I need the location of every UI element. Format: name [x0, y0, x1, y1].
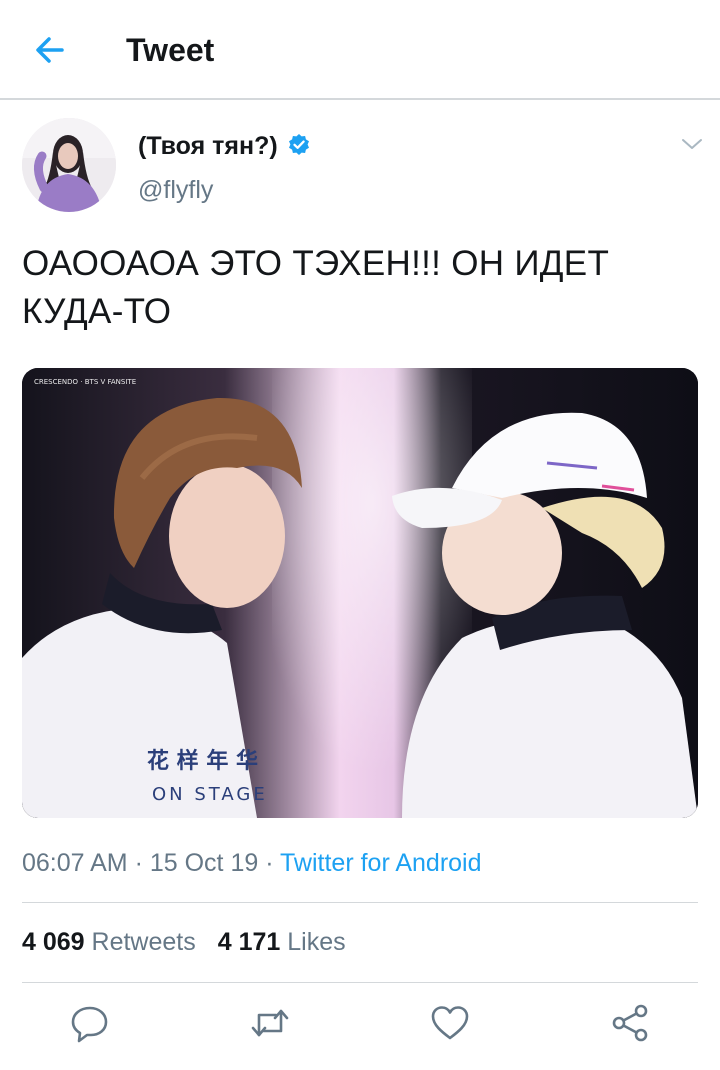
divider [22, 982, 698, 983]
retweets-label: Retweets [91, 928, 196, 956]
engagement-stats: 4 069 Retweets 4 171 Likes [22, 925, 346, 959]
likes-stat[interactable]: 4 171 Likes [218, 928, 346, 956]
reply-icon[interactable] [68, 1001, 112, 1045]
tweet-time: 06:07 AM [22, 849, 128, 877]
retweet-icon[interactable] [248, 1001, 292, 1045]
tweet-media-photo[interactable]: 花 样 年 华 ON STAGE CRESCENDO · BTS V FANSI… [22, 368, 698, 818]
share-icon[interactable] [608, 1001, 652, 1045]
tweet-timestamp: 06:07 AM · 15 Oct 19 · Twitter for Andro… [22, 846, 482, 880]
back-arrow-icon[interactable] [30, 30, 70, 70]
like-count: 4 171 [217, 928, 281, 956]
meta-separator: · [127, 849, 150, 877]
chevron-down-icon[interactable] [680, 132, 704, 156]
retweet-count: 4 069 [22, 928, 85, 956]
user-handle[interactable]: @flyfly [138, 174, 213, 206]
avatar-photo [22, 118, 116, 212]
tweet-text: ОАООАОА ЭТО ТЭХЕН!!! ОН ИДЕТ КУДА-ТО [22, 244, 610, 331]
avatar[interactable] [22, 118, 116, 212]
retweets-stat[interactable]: 4 069 Retweets [22, 928, 196, 956]
photo-image: 花 样 年 华 ON STAGE CRESCENDO · BTS V FANSI… [22, 368, 698, 818]
heart-icon[interactable] [428, 1001, 472, 1045]
tweet-source-link[interactable]: Twitter for Android [280, 849, 481, 877]
watermark-text: CRESCENDO · BTS V FANSITE [34, 378, 136, 386]
top-app-bar: Tweet [0, 0, 720, 100]
tweet-date: 15 Oct 19 [149, 849, 259, 877]
svg-text:ON STAGE: ON STAGE [152, 784, 268, 805]
divider [22, 902, 698, 903]
verified-badge-icon [289, 134, 309, 155]
likes-label: Likes [287, 928, 346, 956]
svg-text:花 样 年 华: 花 样 年 华 [147, 748, 258, 774]
page-title: Tweet [126, 32, 215, 68]
display-name[interactable]: (Твоя тян?) [138, 130, 278, 162]
tweet-action-bar [0, 995, 720, 1051]
meta-separator: · [258, 849, 281, 877]
